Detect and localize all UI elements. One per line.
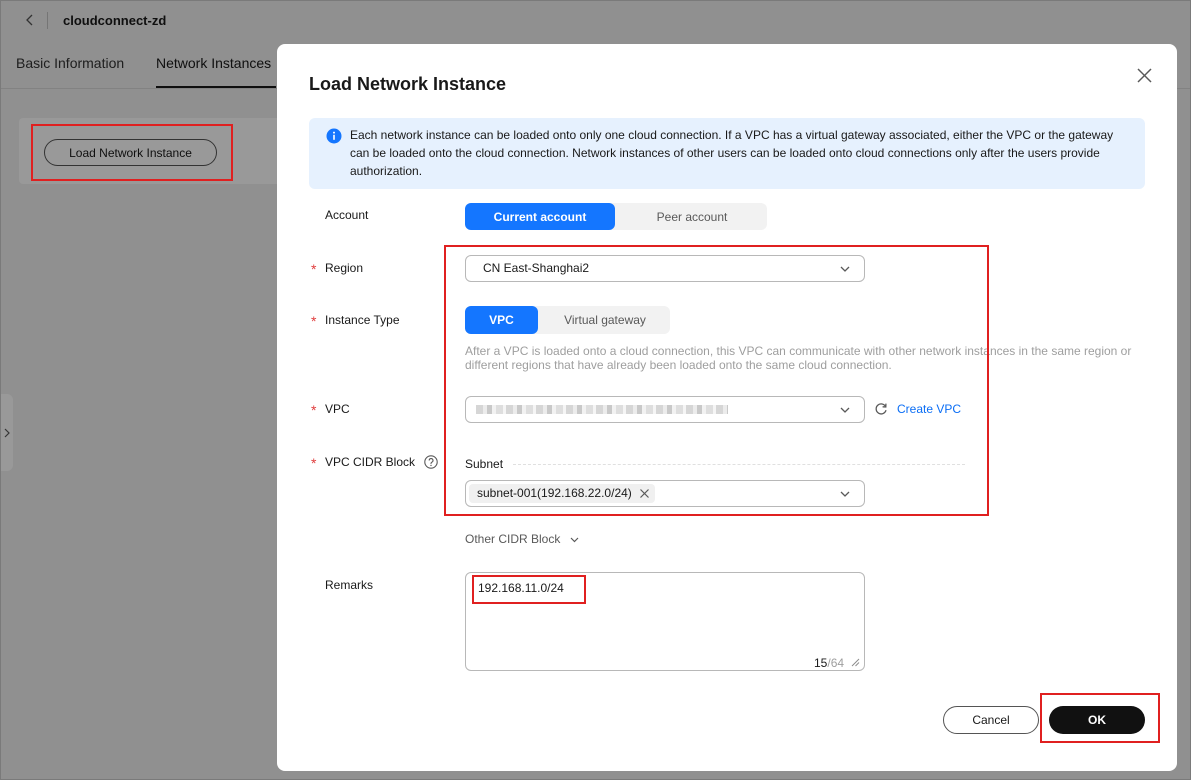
instance-type-help-text: After a VPC is loaded onto a cloud conne…	[465, 344, 1132, 372]
subnet-select[interactable]: subnet-001(192.168.22.0/24)	[465, 480, 865, 507]
region-select[interactable]: CN East-Shanghai2	[465, 255, 865, 282]
account-label: Account	[325, 208, 369, 222]
instance-type-segmented-control: VPC Virtual gateway	[465, 306, 670, 334]
remarks-label: Remarks	[325, 578, 374, 592]
vpc-select[interactable]	[465, 396, 865, 423]
resize-handle-icon[interactable]	[850, 657, 860, 667]
subnet-divider	[513, 464, 965, 465]
load-network-instance-dialog: Load Network Instance Each network insta…	[277, 44, 1177, 771]
subnet-label: Subnet	[465, 457, 504, 471]
character-counter: 15/64	[814, 656, 844, 670]
character-count: 15	[814, 656, 828, 670]
chevron-down-icon	[570, 537, 579, 543]
subnet-tag: subnet-001(192.168.22.0/24)	[469, 484, 655, 503]
peer-account-option[interactable]: Peer account	[617, 203, 767, 230]
required-mark: *	[311, 313, 317, 329]
ok-button[interactable]: OK	[1049, 706, 1145, 734]
other-cidr-block-toggle[interactable]: Other CIDR Block	[465, 532, 560, 546]
subnet-tag-label: subnet-001(192.168.22.0/24)	[477, 486, 632, 500]
required-mark: *	[311, 455, 317, 471]
vpc-label: VPC	[325, 402, 350, 416]
close-icon[interactable]	[639, 488, 650, 499]
question-circle-icon[interactable]	[424, 455, 438, 469]
vpc-value-redacted	[476, 405, 728, 414]
chevron-down-icon	[840, 491, 850, 497]
vpc-cidr-block-label: VPC CIDR Block	[325, 455, 416, 469]
cancel-button[interactable]: Cancel	[943, 706, 1039, 734]
chevron-down-icon	[840, 407, 850, 413]
account-segmented-control: Current account Peer account	[465, 203, 767, 230]
highlight-box	[444, 245, 989, 516]
region-label: Region	[325, 261, 364, 275]
required-mark: *	[311, 261, 317, 277]
refresh-icon[interactable]	[874, 402, 888, 416]
instance-type-label: Instance Type	[325, 313, 400, 327]
required-mark: *	[311, 402, 317, 418]
close-icon[interactable]	[1136, 67, 1153, 84]
create-vpc-link[interactable]: Create VPC	[897, 402, 961, 416]
character-limit: /64	[827, 656, 845, 670]
current-account-option[interactable]: Current account	[465, 203, 615, 230]
vpc-option[interactable]: VPC	[465, 306, 538, 334]
info-banner: Each network instance can be loaded onto…	[309, 118, 1145, 189]
app-window: cloudconnect-zd Basic Information Networ…	[0, 0, 1191, 780]
remarks-textarea[interactable]: 192.168.11.0/24 15/64	[465, 572, 865, 671]
info-text: Each network instance can be loaded onto…	[350, 128, 1114, 178]
remarks-value: 192.168.11.0/24	[478, 581, 564, 595]
chevron-down-icon	[840, 266, 850, 272]
info-icon	[326, 128, 342, 144]
region-value: CN East-Shanghai2	[483, 261, 590, 275]
virtual-gateway-option[interactable]: Virtual gateway	[540, 306, 670, 334]
dialog-title: Load Network Instance	[309, 74, 507, 94]
